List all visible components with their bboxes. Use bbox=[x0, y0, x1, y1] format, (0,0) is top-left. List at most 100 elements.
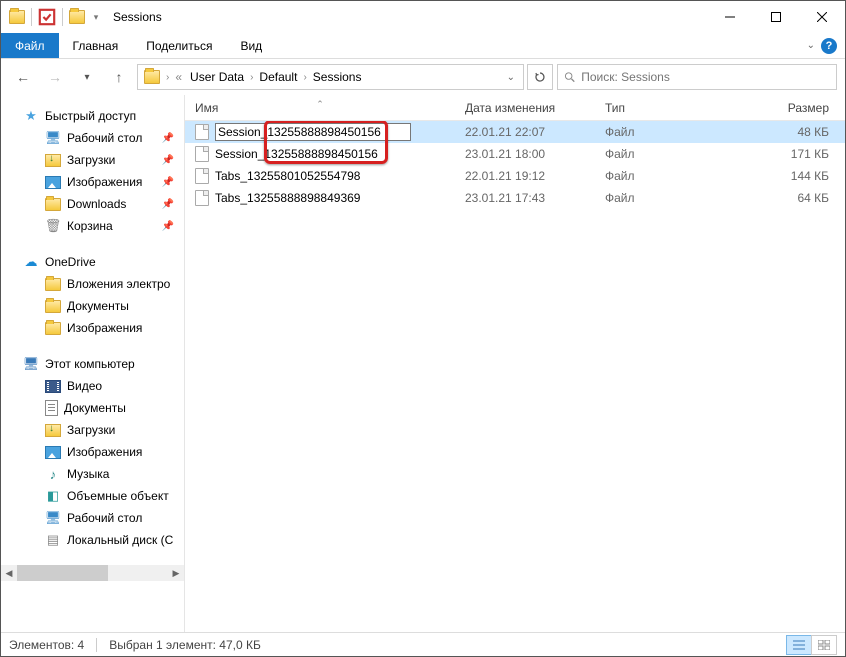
file-icon bbox=[195, 168, 209, 184]
menu-file[interactable]: Файл bbox=[1, 33, 59, 58]
sidebar-item-3d[interactable]: ◧Объемные объект bbox=[1, 485, 184, 507]
sidebar-item[interactable]: Изображения bbox=[1, 317, 184, 339]
nav-forward-button[interactable]: → bbox=[41, 63, 69, 91]
ribbon-tabs: Файл Главная Поделиться Вид ⌄ ? bbox=[1, 33, 845, 59]
sidebar-item-downloads[interactable]: Загрузки bbox=[1, 419, 184, 441]
chevron-right-icon[interactable]: › bbox=[166, 72, 169, 83]
file-date: 23.01.21 18:00 bbox=[455, 147, 595, 161]
file-size: 64 КБ bbox=[735, 191, 845, 205]
nav-back-button[interactable]: ← bbox=[9, 63, 37, 91]
qat-properties-icon[interactable] bbox=[38, 8, 56, 26]
sidebar-item-label: Рабочий стол bbox=[67, 131, 142, 145]
file-size: 144 КБ bbox=[735, 169, 845, 183]
nav-history-dropdown[interactable]: ▾ bbox=[73, 63, 101, 91]
sidebar-item-downloads-en[interactable]: Downloads📌 bbox=[1, 193, 184, 215]
address-dropdown-icon[interactable]: ⌄ bbox=[501, 72, 521, 83]
downloads-icon bbox=[45, 424, 61, 437]
breadcrumb-root-icon[interactable] bbox=[144, 70, 160, 84]
file-row[interactable]: Tabs_13255801052554798 22.01.21 19:12 Фа… bbox=[185, 165, 845, 187]
sidebar-item-label: Downloads bbox=[67, 197, 126, 211]
folder-icon bbox=[45, 300, 61, 313]
file-type: Файл bbox=[595, 169, 735, 183]
column-size[interactable]: Размер bbox=[735, 101, 845, 115]
column-type[interactable]: Тип bbox=[595, 101, 735, 115]
file-name: Tabs_13255888898849369 bbox=[215, 191, 360, 205]
pin-icon: 📌 bbox=[162, 177, 174, 188]
sidebar-item-downloads[interactable]: Загрузки📌 bbox=[1, 149, 184, 171]
rename-input[interactable] bbox=[215, 123, 411, 141]
window-title: Sessions bbox=[113, 10, 162, 24]
file-row[interactable]: 22.01.21 22:07 Файл 48 КБ bbox=[185, 121, 845, 143]
menu-home[interactable]: Главная bbox=[59, 33, 133, 58]
qat-folder-icon[interactable] bbox=[69, 10, 85, 24]
file-name: Session_13255888898450156 bbox=[215, 147, 378, 161]
chevron-right-icon[interactable]: › bbox=[250, 72, 253, 83]
sidebar-item-pictures[interactable]: Изображения📌 bbox=[1, 171, 184, 193]
nav-up-button[interactable]: ↑ bbox=[105, 63, 133, 91]
status-selected: Выбран 1 элемент: 47,0 КБ bbox=[109, 638, 261, 652]
address-bar: ← → ▾ ↑ › « User Data › Default › Sessio… bbox=[1, 59, 845, 95]
sidebar-item-desktop[interactable]: 🖥Рабочий стол bbox=[1, 507, 184, 529]
maximize-button[interactable] bbox=[753, 1, 799, 33]
file-date: 23.01.21 17:43 bbox=[455, 191, 595, 205]
navigation-pane: ★Быстрый доступ 🖥Рабочий стол📌 Загрузки📌… bbox=[1, 95, 185, 632]
sidebar-item-label: Этот компьютер bbox=[45, 357, 135, 371]
file-row[interactable]: Tabs_13255888898849369 23.01.21 17:43 Фа… bbox=[185, 187, 845, 209]
sidebar-item-label: Корзина bbox=[67, 219, 113, 233]
close-button[interactable] bbox=[799, 1, 845, 33]
scroll-left-icon[interactable]: ◀ bbox=[1, 565, 17, 581]
sidebar-item-videos[interactable]: Видео bbox=[1, 375, 184, 397]
view-icons-button[interactable] bbox=[811, 635, 837, 655]
file-type: Файл bbox=[595, 125, 735, 139]
view-details-button[interactable] bbox=[786, 635, 812, 655]
sidebar-item[interactable]: Вложения электро bbox=[1, 273, 184, 295]
search-input[interactable] bbox=[557, 64, 837, 90]
video-icon bbox=[45, 380, 61, 393]
sidebar-item[interactable]: Документы bbox=[1, 295, 184, 317]
sidebar-item-label: Видео bbox=[67, 379, 102, 393]
file-row[interactable]: Session_13255888898450156 23.01.21 18:00… bbox=[185, 143, 845, 165]
ribbon-expand-icon[interactable]: ⌄ bbox=[807, 40, 815, 51]
file-size: 48 КБ bbox=[735, 125, 845, 139]
file-type: Файл bbox=[595, 147, 735, 161]
breadcrumb-segment[interactable]: User Data bbox=[186, 70, 248, 84]
sidebar-item-label: Загрузки bbox=[67, 423, 115, 437]
sidebar-item-label: OneDrive bbox=[45, 255, 96, 269]
scroll-right-icon[interactable]: ▶ bbox=[168, 565, 184, 581]
breadcrumb-segment[interactable]: Sessions bbox=[309, 70, 366, 84]
column-date[interactable]: Дата изменения bbox=[455, 101, 595, 115]
downloads-icon bbox=[45, 154, 61, 167]
folder-icon bbox=[45, 198, 61, 211]
menu-view[interactable]: Вид bbox=[226, 33, 276, 58]
sidebar-quick-access[interactable]: ★Быстрый доступ bbox=[1, 105, 184, 127]
sidebar-item-desktop[interactable]: 🖥Рабочий стол📌 bbox=[1, 127, 184, 149]
column-headers: Имя⌃ Дата изменения Тип Размер bbox=[185, 95, 845, 121]
sidebar-onedrive[interactable]: ☁OneDrive bbox=[1, 251, 184, 273]
sidebar-item-recycle[interactable]: 🗑Корзина📌 bbox=[1, 215, 184, 237]
minimize-button[interactable] bbox=[707, 1, 753, 33]
sidebar-this-pc[interactable]: 🖥Этот компьютер bbox=[1, 353, 184, 375]
column-name[interactable]: Имя⌃ bbox=[185, 101, 455, 115]
file-date: 22.01.21 19:12 bbox=[455, 169, 595, 183]
sidebar-item-documents[interactable]: Документы bbox=[1, 397, 184, 419]
qat-dropdown-icon[interactable]: ▾ bbox=[87, 8, 105, 26]
breadcrumb[interactable]: › « User Data › Default › Sessions ⌄ bbox=[137, 64, 524, 90]
sidebar-item-label: Изображения bbox=[67, 445, 142, 459]
sidebar-item-music[interactable]: ♪Музыка bbox=[1, 463, 184, 485]
sidebar-item-local-disk[interactable]: ▤Локальный диск (С bbox=[1, 529, 184, 551]
sidebar-item-pictures[interactable]: Изображения bbox=[1, 441, 184, 463]
help-icon[interactable]: ? bbox=[821, 38, 837, 54]
search-icon bbox=[564, 71, 575, 83]
sidebar-hscrollbar[interactable]: ◀ ▶ bbox=[1, 565, 184, 581]
explorer-window: ▾ Sessions Файл Главная Поделиться Вид ⌄… bbox=[0, 0, 846, 657]
file-icon bbox=[195, 146, 209, 162]
chevron-right-icon[interactable]: › bbox=[303, 72, 306, 83]
sidebar-item-label: Загрузки bbox=[67, 153, 115, 167]
sidebar-item-label: Рабочий стол bbox=[67, 511, 142, 525]
menu-share[interactable]: Поделиться bbox=[132, 33, 226, 58]
refresh-button[interactable] bbox=[527, 64, 553, 90]
breadcrumb-segment[interactable]: Default bbox=[255, 70, 301, 84]
file-icon bbox=[195, 190, 209, 206]
cube-icon: ◧ bbox=[45, 488, 61, 504]
sidebar-item-label: Документы bbox=[67, 299, 129, 313]
